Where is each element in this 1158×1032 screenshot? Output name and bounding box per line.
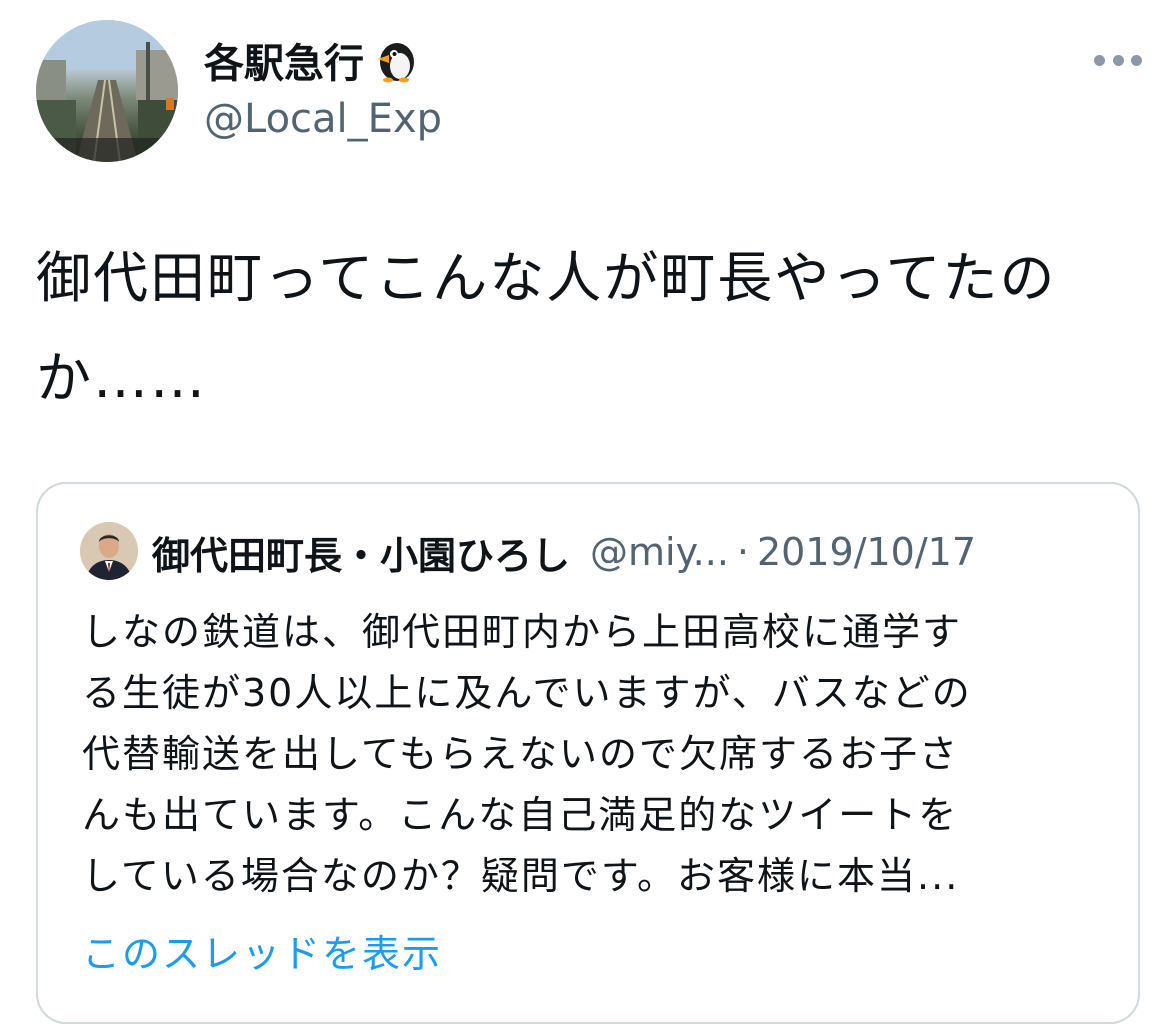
more-dot	[1131, 54, 1142, 66]
quoted-author-display-name[interactable]: 御代田町長・小園ひろし	[152, 525, 570, 580]
quoted-text-line: している場合なのか？疑問です。お客様に本当...	[82, 854, 960, 898]
quoted-tweet-card[interactable]: 御代田町長・小園ひろし @miy... · 2019/10/17 しなの鉄道は、…	[36, 482, 1140, 1024]
quoted-author-avatar[interactable]	[80, 522, 138, 580]
show-thread-link[interactable]: このスレッドを表示	[82, 924, 442, 985]
quoted-tweet-date[interactable]: 2019/10/17	[757, 530, 976, 574]
author-avatar-image	[36, 20, 178, 162]
author-display-name[interactable]: 各駅急行	[204, 31, 364, 89]
more-options-icon[interactable]	[1094, 50, 1142, 70]
author-handle[interactable]: @Local_Exp	[204, 96, 442, 142]
quoted-text-line: 代替輸送を出してもらえないので欠席するお子さ	[82, 732, 959, 776]
author-display-name-row[interactable]: 各駅急行	[204, 32, 420, 88]
quoted-author-avatar-image	[80, 522, 138, 580]
more-dot	[1112, 54, 1124, 66]
quoted-text-line: る生徒が30人以上に及んでいますが、バスなどの	[82, 671, 972, 715]
quoted-tweet-text: しなの鉄道は、御代田町内から上田高校に通学す る生徒が30人以上に及んでいますが…	[82, 602, 1122, 907]
more-dot	[1094, 54, 1105, 66]
penguin-icon	[374, 37, 420, 83]
quoted-text-line: んも出ています。こんな自己満足的なツイートを	[82, 793, 959, 837]
tweet-text: 御代田町ってこんな人が町長やってたのか……	[36, 246, 1057, 410]
quoted-tweet-header: 御代田町長・小園ひろし @miy... · 2019/10/17	[152, 524, 976, 580]
tweet: 各駅急行 @Local_Exp 御代田町ってこんな人が町長やってたのか…… 御代…	[0, 0, 1158, 1032]
quoted-author-handle[interactable]: @miy...	[590, 530, 729, 574]
header-separator: ·	[736, 530, 749, 574]
quoted-text-line: しなの鉄道は、御代田町内から上田高校に通学す	[82, 610, 963, 654]
author-avatar[interactable]	[36, 20, 178, 162]
